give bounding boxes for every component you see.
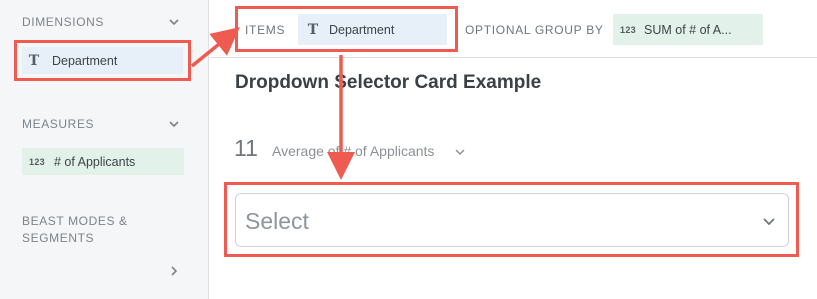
items-zone-label: ITEMS xyxy=(245,23,286,37)
beast-modes-heading-line1: BEAST MODES & xyxy=(22,214,128,228)
dimensions-collapse-chevron-icon[interactable] xyxy=(167,15,181,29)
measure-field-label: # of Applicants xyxy=(54,154,136,169)
summary-number: 11 xyxy=(234,135,258,161)
chevron-down-icon[interactable] xyxy=(762,214,776,228)
measures-heading: MEASURES xyxy=(22,117,95,131)
beast-modes-expand-chevron-icon[interactable] xyxy=(167,264,181,278)
text-type-icon: T xyxy=(307,21,319,38)
number-type-icon: 123 xyxy=(620,24,636,35)
summary-dropdown-chevron-icon[interactable] xyxy=(453,145,467,159)
fields-sidebar: DIMENSIONS T Department MEASURES 123 # o… xyxy=(0,0,209,299)
measures-collapse-chevron-icon[interactable] xyxy=(167,117,181,131)
items-pill-label: Department xyxy=(329,22,395,37)
measure-field-applicants[interactable]: 123 # of Applicants xyxy=(22,148,184,175)
beast-modes-heading-line2: SEGMENTS xyxy=(22,231,95,245)
dimensions-heading: DIMENSIONS xyxy=(22,15,105,29)
text-type-icon: T xyxy=(28,52,40,69)
summary-label: Average of # of Applicants xyxy=(272,143,435,159)
group-by-pill-label: SUM of # of A... xyxy=(644,22,732,37)
group-by-drop-zone-pill[interactable]: 123 SUM of # of A... xyxy=(613,14,763,45)
dimension-field-label: Department xyxy=(52,53,118,68)
card-title: Dropdown Selector Card Example xyxy=(235,72,542,93)
items-drop-zone-pill[interactable]: T Department xyxy=(298,14,447,45)
number-type-icon: 123 xyxy=(29,156,45,167)
select-placeholder: Select xyxy=(245,208,309,234)
dropdown-selector[interactable]: Select xyxy=(235,193,789,247)
dimension-field-department[interactable]: T Department xyxy=(22,47,183,74)
group-by-zone-label: OPTIONAL GROUP BY xyxy=(465,23,604,37)
